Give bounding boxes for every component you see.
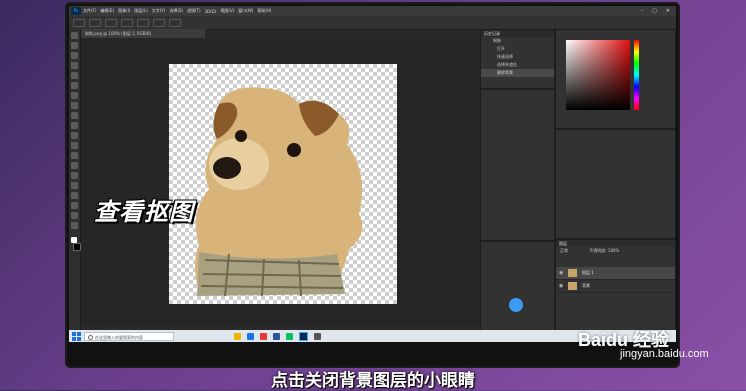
background-visibility-eye-icon[interactable]: ◉ [559,280,563,292]
dog-cutout-image [195,87,363,297]
menu-filter[interactable]: 滤镜(T) [187,8,201,14]
crop-tool-icon[interactable] [71,72,78,79]
move-tool-icon[interactable] [71,32,78,39]
layer-name: 图层 1 [582,270,594,275]
menu-edit[interactable]: 编辑(E) [100,8,114,14]
menu-image[interactable]: 图像(I) [118,8,130,14]
menu-type[interactable]: 文字(Y) [152,8,166,14]
brush-size-picker[interactable] [121,18,133,27]
file-explorer-icon[interactable] [234,332,241,340]
clone-stamp-tool-icon[interactable] [71,112,78,119]
cursor-highlight-icon [509,298,523,312]
history-item[interactable]: 删除背景 [481,69,554,77]
wechat-icon[interactable] [286,332,293,340]
healing-brush-tool-icon[interactable] [71,92,78,99]
adjustments-panel [555,129,676,239]
select-and-mask-button[interactable] [169,18,181,27]
layer-name: 背景 [582,283,590,288]
maximize-icon[interactable]: ▢ [652,8,657,14]
eraser-tool-icon[interactable] [71,132,78,139]
document-tab[interactable]: 狗狗.png @ 100% (图层 1, RGB/8) [81,29,205,38]
app-icon[interactable] [314,332,321,340]
gradient-tool-icon[interactable] [71,142,78,149]
lasso-tool-icon[interactable] [71,52,78,59]
canvas-area [81,38,480,326]
tools-panel [69,29,81,331]
minimize-icon[interactable]: – [641,8,644,14]
opacity-field[interactable]: 不透明度: 100% [589,248,619,253]
blend-mode-select[interactable]: 正常 [560,248,568,253]
document-canvas[interactable] [169,64,397,304]
type-tool-icon[interactable] [71,182,78,189]
photoshop-window: Ps 文件(F) 编辑(E) 图像(I) 图层(L) 文字(Y) 选择(S) 滤… [69,6,676,342]
sample-all-layers-checkbox[interactable] [137,18,149,27]
history-snapshot[interactable]: 狗狗 [481,37,554,45]
windows-start-icon[interactable] [72,331,81,341]
dodge-tool-icon[interactable] [71,162,78,169]
monitor-frame: Ps 文件(F) 编辑(E) 图像(I) 图层(L) 文字(Y) 选择(S) 滤… [67,4,678,366]
browser-icon[interactable] [247,332,254,340]
selection-mode-new[interactable] [89,18,101,27]
history-panel: 历史记录 狗狗 打开 快速选择 选择并遮住 删除背景 [480,29,555,89]
path-select-tool-icon[interactable] [71,192,78,199]
history-item[interactable]: 打开 [481,45,554,53]
menu-layer[interactable]: 图层(L) [134,8,147,14]
layer-thumbnail [568,282,577,290]
video-subtitle: 点击关闭背景图层的小眼睛 [271,371,475,391]
brush-tool-icon[interactable] [71,102,78,109]
selection-mode-add[interactable] [105,18,117,27]
menu-select[interactable]: 选择(S) [169,8,183,14]
hue-slider[interactable] [634,40,639,110]
character-panel [480,241,555,331]
options-bar [69,16,676,30]
color-panel [555,29,676,129]
tool-preset-picker[interactable] [73,18,85,27]
marquee-tool-icon[interactable] [71,42,78,49]
hand-tool-icon[interactable] [71,212,78,219]
photoshop-icon: Ps [71,7,81,15]
layers-panel-title: 图层 [556,240,675,247]
properties-panel [480,89,555,241]
eyedropper-tool-icon[interactable] [71,82,78,89]
history-item[interactable]: 选择并遮住 [481,61,554,69]
history-item[interactable]: 快速选择 [481,53,554,61]
pen-tool-icon[interactable] [71,172,78,179]
blur-tool-icon[interactable] [71,152,78,159]
layer-visibility-eye-icon[interactable]: ◉ [559,267,563,279]
menu-help[interactable]: 帮助(H) [257,8,271,14]
layer-row[interactable]: ◉ 图层 1 [556,267,675,280]
quick-select-tool-icon[interactable] [71,62,78,69]
word-icon[interactable] [273,332,280,340]
close-icon[interactable]: ✕ [666,8,670,14]
baidu-watermark-url: jingyan.baidu.com [620,348,709,360]
menu-bar: Ps 文件(F) 编辑(E) 图像(I) 图层(L) 文字(Y) 选择(S) 滤… [69,6,676,16]
zoom-tool-icon[interactable] [71,222,78,229]
overlay-caption: 查看抠图 [94,198,194,226]
history-brush-tool-icon[interactable] [71,122,78,129]
menu-window[interactable]: 窗口(W) [238,8,253,14]
select-subject-button[interactable] [153,18,165,27]
shape-tool-icon[interactable] [71,202,78,209]
color-picker-field[interactable] [566,40,630,110]
photoshop-taskbar-icon[interactable] [299,331,308,341]
history-panel-title: 历史记录 [481,30,554,37]
layers-spacer [556,255,675,267]
taskbar-search-input[interactable]: 在这里输入你要搜索的内容 [84,331,174,341]
layer-row-background[interactable]: ◉ 背景 [556,280,675,293]
layer-thumbnail [568,269,577,277]
menu-file[interactable]: 文件(F) [83,8,96,14]
menu-3d[interactable]: 3D(D) [205,9,217,14]
wps-icon[interactable] [260,332,267,340]
layers-panel: 图层 正常 不透明度: 100% ◉ 图层 1 ◉ 背景 [555,239,676,331]
layers-controls: 正常 不透明度: 100% [556,247,675,255]
menu-view[interactable]: 视图(V) [220,8,234,14]
background-color-swatch[interactable] [73,243,81,251]
